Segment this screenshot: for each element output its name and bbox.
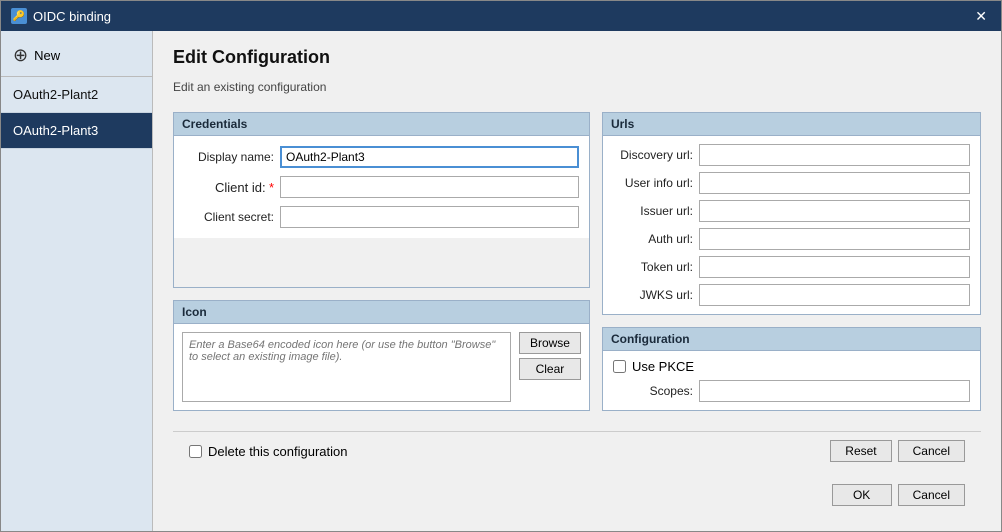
title-bar-left: 🔑 OIDC binding	[11, 8, 111, 24]
client-secret-row: Client secret:	[184, 206, 579, 228]
issuer-url-label: Issuer url:	[613, 204, 693, 218]
main-window: 🔑 OIDC binding ✕ ⊕ New OAuth2-Plant2 OAu…	[0, 0, 1002, 532]
bottom-bar-lower: OK Cancel	[173, 480, 981, 516]
credentials-header: Credentials	[174, 113, 589, 136]
token-url-input[interactable]	[699, 256, 970, 278]
page-title: Edit Configuration	[173, 47, 981, 68]
display-name-row: Display name:	[184, 146, 579, 168]
issuer-url-row: Issuer url:	[613, 200, 970, 222]
user-info-url-input[interactable]	[699, 172, 970, 194]
new-icon: ⊕	[13, 45, 28, 66]
main-content: Edit Configuration Edit an existing conf…	[153, 31, 1001, 531]
discovery-url-row: Discovery url:	[613, 144, 970, 166]
sidebar: ⊕ New OAuth2-Plant2 OAuth2-Plant3	[1, 31, 153, 531]
ok-button[interactable]: OK	[832, 484, 892, 506]
user-info-url-label: User info url:	[613, 176, 693, 190]
jwks-url-row: JWKS url:	[613, 284, 970, 306]
urls-header: Urls	[603, 113, 980, 136]
jwks-url-input[interactable]	[699, 284, 970, 306]
sidebar-item-oauth2-plant3[interactable]: OAuth2-Plant3	[1, 113, 152, 149]
auth-url-row: Auth url:	[613, 228, 970, 250]
sidebar-item-label-plant2: OAuth2-Plant2	[13, 87, 98, 102]
client-secret-label: Client secret:	[184, 210, 274, 224]
close-button[interactable]: ✕	[971, 8, 991, 25]
discovery-url-input[interactable]	[699, 144, 970, 166]
sidebar-new-label: New	[34, 48, 60, 63]
app-icon: 🔑	[11, 8, 27, 24]
cancel-top-button[interactable]: Cancel	[898, 440, 965, 462]
right-col: Urls Discovery url: User info url:	[602, 112, 981, 411]
delete-label: Delete this configuration	[208, 444, 347, 459]
icon-body: Browse Clear	[174, 324, 589, 410]
client-id-label: Client id: *	[184, 180, 274, 195]
bottom-right: Reset Cancel	[830, 440, 965, 462]
page-subtitle: Edit an existing configuration	[173, 80, 981, 94]
issuer-url-input[interactable]	[699, 200, 970, 222]
title-bar: 🔑 OIDC binding ✕	[1, 1, 1001, 31]
clear-button[interactable]: Clear	[519, 358, 581, 380]
use-pkce-label: Use PKCE	[632, 359, 694, 374]
bottom-bar: Delete this configuration Reset Cancel	[173, 431, 981, 470]
sidebar-new-button[interactable]: ⊕ New	[1, 35, 152, 77]
cancel-button[interactable]: Cancel	[898, 484, 965, 506]
token-url-row: Token url:	[613, 256, 970, 278]
credentials-body: Display name: Client id: *	[174, 136, 589, 238]
client-id-input[interactable]	[280, 176, 579, 198]
scopes-label: Scopes:	[613, 384, 693, 398]
auth-url-label: Auth url:	[613, 232, 693, 246]
icon-header: Icon	[174, 301, 589, 324]
window-body: ⊕ New OAuth2-Plant2 OAuth2-Plant3 Edit C…	[1, 31, 1001, 531]
display-name-label: Display name:	[184, 150, 274, 164]
jwks-url-label: JWKS url:	[613, 288, 693, 302]
client-secret-input[interactable]	[280, 206, 579, 228]
sidebar-item-label-plant3: OAuth2-Plant3	[13, 123, 98, 138]
required-star: *	[269, 180, 274, 195]
reset-button[interactable]: Reset	[830, 440, 891, 462]
user-info-url-row: User info url:	[613, 172, 970, 194]
sections-row: Credentials Display name: Client id: *	[173, 112, 981, 411]
icon-section: Icon Browse Clear	[173, 300, 590, 411]
config-header: Configuration	[603, 328, 980, 351]
window-title: OIDC binding	[33, 9, 111, 24]
use-pkce-row: Use PKCE	[613, 359, 970, 374]
browse-button[interactable]: Browse	[519, 332, 581, 354]
client-id-row: Client id: *	[184, 176, 579, 198]
icon-textarea[interactable]	[182, 332, 511, 402]
sidebar-item-oauth2-plant2[interactable]: OAuth2-Plant2	[1, 77, 152, 113]
use-pkce-checkbox[interactable]	[613, 360, 626, 373]
scopes-input[interactable]	[699, 380, 970, 402]
urls-section: Urls Discovery url: User info url:	[602, 112, 981, 315]
display-name-input[interactable]	[280, 146, 579, 168]
scopes-row: Scopes:	[613, 380, 970, 402]
bottom-left: Delete this configuration	[189, 444, 347, 459]
delete-checkbox[interactable]	[189, 445, 202, 458]
auth-url-input[interactable]	[699, 228, 970, 250]
icon-buttons: Browse Clear	[519, 332, 581, 402]
discovery-url-label: Discovery url:	[613, 148, 693, 162]
credentials-section: Credentials Display name: Client id: *	[173, 112, 590, 288]
urls-body: Discovery url: User info url: Issuer url…	[603, 136, 980, 314]
config-body: Use PKCE Scopes:	[603, 351, 980, 410]
token-url-label: Token url:	[613, 260, 693, 274]
left-col: Credentials Display name: Client id: *	[173, 112, 590, 411]
config-section: Configuration Use PKCE Scopes:	[602, 327, 981, 411]
